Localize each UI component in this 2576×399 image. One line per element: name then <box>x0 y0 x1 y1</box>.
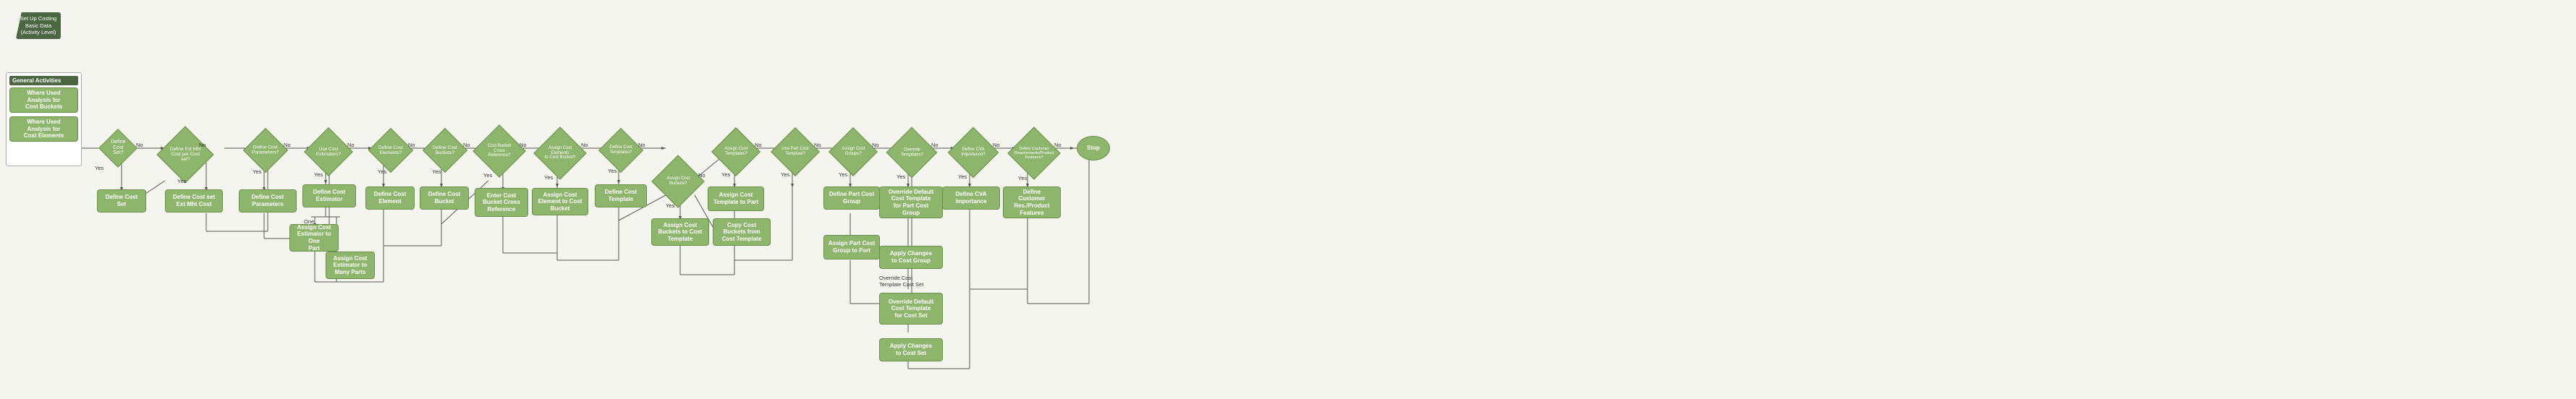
where-used-cost-buckets: Where UsedAnalysis forCost Buckets <box>9 87 78 113</box>
assign-cost-elements-to-bucket-diamond: Assign Cost Elementsto Cost Bucket? <box>533 126 587 180</box>
assign-part-cost-group-to-part: Assign Part CostGroup to Part <box>823 235 880 259</box>
define-cost-set-ext-mht-cost: Define Cost setExt Mht Cost <box>165 189 223 213</box>
label-yes-4: Yes <box>314 171 323 178</box>
override-default-cost-template-part-cost-group: Override DefaultCost Templatefor Part Co… <box>879 186 943 218</box>
assign-cost-template-to-part: Assign CostTemplate to Part <box>708 186 764 211</box>
label-no-7: No <box>520 142 527 148</box>
label-yes-9: Yes <box>608 168 617 174</box>
define-cva-importance-box: Define CVAImportance <box>942 186 1000 210</box>
label-no-6: No <box>463 142 470 148</box>
label-no-4: No <box>347 142 355 148</box>
label-yes-3: Yes <box>253 168 261 175</box>
where-used-cost-elements: Where UsedAnalysis forCost Elements <box>9 116 78 142</box>
general-activities-box: General Activities Where UsedAnalysis fo… <box>6 72 82 166</box>
label-yes-12: Yes <box>781 171 789 178</box>
define-cost-bucket: Define CostBucket <box>420 186 469 210</box>
label-yes-11: Yes <box>721 171 730 178</box>
define-cost-element: Define CostElement <box>365 186 415 210</box>
label-yes-14: Yes <box>897 173 905 180</box>
label-no-2: No <box>199 142 206 148</box>
diagram-title: Set Up CostingBasic Data(Activity Level) <box>6 6 71 46</box>
label-yes-5: Yes <box>378 168 386 175</box>
define-cost-template: Define CostTemplate <box>595 184 647 207</box>
label-yes-6: Yes <box>432 168 441 175</box>
define-customer-req-diamond: Define CustomerRequirements/ProductFeatu… <box>1007 126 1061 180</box>
define-part-cost-group: Define Part CostGroup <box>823 186 880 210</box>
define-cost-params-diamond: Define CostParameters? <box>243 128 288 173</box>
define-cost-templates-diamond: Define CostTemplates? <box>598 128 643 173</box>
label-no-15: No <box>993 142 1000 148</box>
label-no-8: No <box>581 142 588 148</box>
label-yes-16: Yes <box>1018 175 1027 181</box>
define-cost-estimator: Define CostEstimator <box>302 184 356 207</box>
label-yes-7: Yes <box>483 172 492 179</box>
label-yes-10: Yes <box>666 202 674 209</box>
label-no-11: No <box>755 142 762 148</box>
label-yes-2: Yes <box>177 178 186 184</box>
label-yes-8: Yes <box>544 174 553 181</box>
override-default-cost-template-cost-set: Override DefaultCost Templatefor Cost Se… <box>879 293 943 325</box>
apply-changes-to-cost-set: Apply Changesto Cost Set <box>879 338 943 361</box>
define-cost-params-box: Define CostParameters <box>239 189 297 213</box>
define-customer-req-product-features-box: DefineCustomerRes./ProductFeatures <box>1003 186 1061 218</box>
label-yes-1: Yes <box>95 165 103 171</box>
define-cost-elements-diamond: Define CostElements? <box>368 128 413 173</box>
define-est-mht-cost-diamond: Define Est MhtCost per Cost set? <box>156 126 213 183</box>
assign-cost-element-to-bucket: Assign CostElement to CostBucket <box>532 188 588 215</box>
assign-cost-buckets-diamond: Assign CostBuckets? <box>651 155 705 208</box>
define-cva-importance-diamond: Define CVAImportance? <box>948 127 999 179</box>
label-no-10: No <box>698 172 706 179</box>
label-no-14: No <box>931 142 939 148</box>
label-no-16: No <box>1054 142 1062 148</box>
override-templates-diamond: OverrideTemplates? <box>886 127 938 179</box>
define-cost-set-box: Define CostSet <box>97 189 146 213</box>
label-no-9: No <box>638 142 645 148</box>
label-no-3: No <box>284 142 291 148</box>
define-cost-buckets-diamond: Define CostBuckets? <box>423 128 467 173</box>
define-cost-set-diamond: Define CostSet? <box>98 129 137 168</box>
use-cost-estimators-diamond: Use CostEstimators? <box>304 127 353 176</box>
label-no-13: No <box>872 142 879 148</box>
label-no-5: No <box>408 142 415 148</box>
use-part-cost-template-diamond: Use Part CostTemplate? <box>771 127 820 176</box>
assign-cost-estimator-many: Assign CostEstimator toMany Parts <box>326 252 375 279</box>
label-no-12: No <box>814 142 821 148</box>
cost-bucket-cross-ref-diamond: Cost Bucket CrossReference? <box>473 124 526 178</box>
apply-changes-to-cost-group: Apply Changesto Cost Group <box>879 246 943 269</box>
diagram-container: Set Up CostingBasic Data(Activity Level)… <box>0 0 2576 399</box>
label-one: One <box>304 218 314 225</box>
override-cost-template-set-label: Override CostTemplate Cost Set <box>879 275 923 288</box>
label-yes-13: Yes <box>839 171 847 178</box>
enter-cost-bucket-cross-ref: Enter CostBucket CrossReference <box>475 188 528 217</box>
assign-cost-buckets-to-cost-template: Assign CostBuckets to CostTemplate <box>651 218 709 246</box>
copy-cost-buckets-from-template: Copy CostBuckets fromCost Template <box>713 218 771 246</box>
assign-cost-groups-diamond: Assign CostGroups? <box>829 127 878 176</box>
label-no-1: No <box>136 142 143 148</box>
assign-cost-template-diamond: Assign CostTemplates? <box>711 127 760 176</box>
assign-cost-estimator-one: Assign CostEstimator to OnePart <box>289 224 339 252</box>
label-yes-15: Yes <box>958 173 967 180</box>
stop-node: Stop <box>1077 136 1110 160</box>
